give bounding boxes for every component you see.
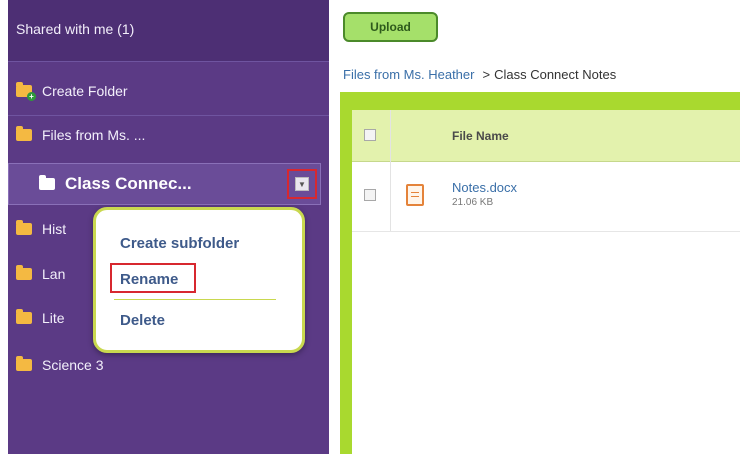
folder-context-menu: Create subfolder Rename Delete: [93, 207, 305, 353]
shared-with-me-label: Shared with me (1): [16, 21, 135, 37]
upload-button[interactable]: Upload: [343, 12, 438, 42]
create-folder-label: Create Folder: [42, 83, 128, 99]
shared-with-me-header[interactable]: Shared with me (1): [8, 0, 329, 62]
breadcrumb-current: Class Connect Notes: [494, 67, 617, 82]
breadcrumb-separator: >: [482, 67, 491, 82]
breadcrumb-parent-link[interactable]: Files from Ms. Heather: [343, 67, 474, 82]
folder-icon: [16, 220, 32, 235]
table-header: File Name: [352, 110, 740, 162]
row-checkbox[interactable]: [364, 189, 376, 201]
sidebar-item-label: Science 3: [42, 357, 104, 373]
folder-options-button[interactable]: ▼: [287, 169, 317, 199]
folder-icon: [39, 175, 55, 190]
file-size: 21.06 KB: [452, 197, 494, 208]
create-folder-icon: +: [16, 82, 36, 101]
chevron-down-icon: ▼: [295, 177, 309, 191]
menu-item-rename[interactable]: Rename: [120, 271, 178, 288]
folder-icon: [16, 265, 32, 280]
create-folder-button[interactable]: + Create Folder: [8, 71, 329, 111]
sidebar-item-label: Lan: [42, 266, 66, 282]
sidebar-item-files-from[interactable]: Files from Ms. ...: [8, 115, 329, 155]
menu-item-create-subfolder[interactable]: Create subfolder: [120, 235, 239, 252]
sidebar-item-label: Files from Ms. ...: [42, 127, 146, 143]
file-list-panel: File Name Notes.docx 21.06 KB: [340, 92, 740, 454]
sidebar-item-label: Class Connec...: [65, 174, 192, 193]
breadcrumb: Files from Ms. Heather > Class Connect Not…: [343, 67, 616, 82]
select-all-checkbox[interactable]: [364, 129, 376, 141]
column-header-file-name[interactable]: File Name: [452, 129, 509, 143]
sidebar-item-class-connect[interactable]: Class Connec... ▼: [8, 163, 321, 205]
document-icon: [406, 184, 424, 206]
sidebar-item-label: Lite: [42, 310, 65, 326]
file-table: File Name Notes.docx 21.06 KB: [352, 110, 740, 454]
folder-icon: [16, 309, 32, 324]
menu-divider: [114, 299, 276, 300]
table-row[interactable]: Notes.docx 21.06 KB: [352, 162, 740, 232]
folder-icon: [16, 126, 32, 141]
menu-item-delete[interactable]: Delete: [120, 312, 165, 329]
file-name-link[interactable]: Notes.docx: [452, 180, 517, 195]
sidebar-item-label: Hist: [42, 221, 67, 237]
folder-icon: [16, 356, 32, 371]
